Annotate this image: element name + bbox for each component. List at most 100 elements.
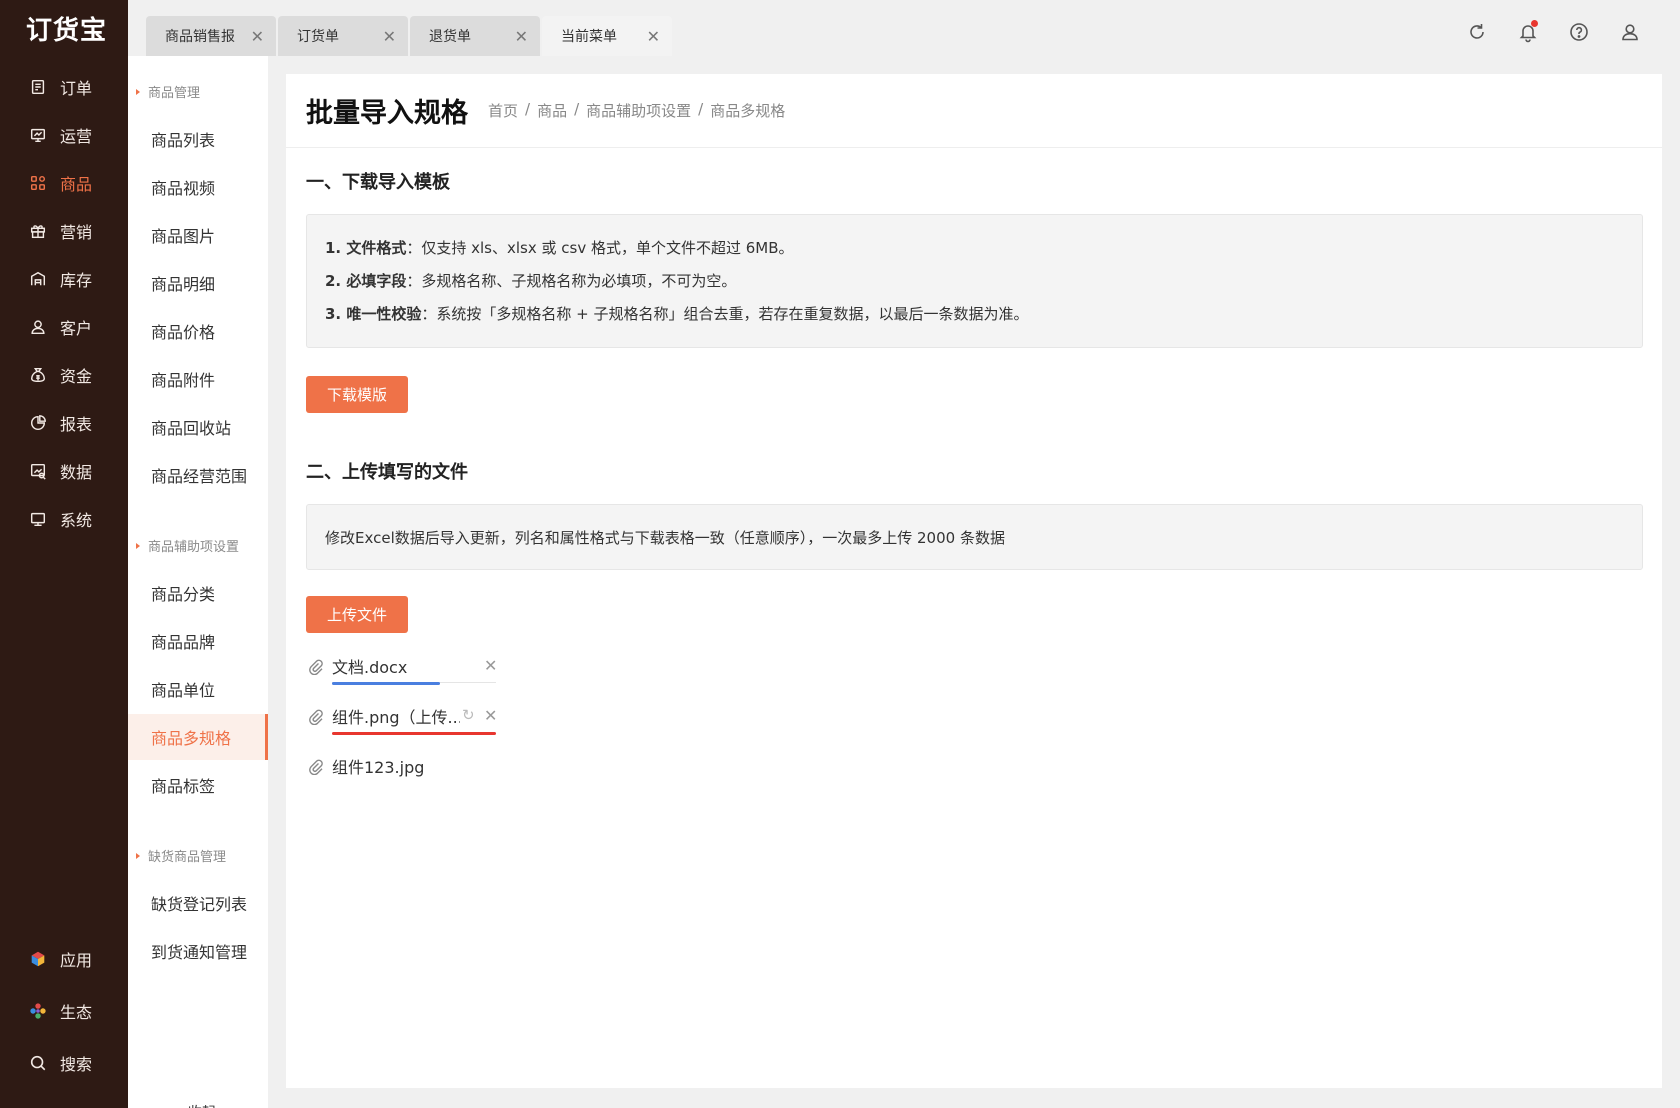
submenu-item-goods-detail[interactable]: 商品明细 [128, 260, 268, 306]
submenu-item-out-of-stock-list[interactable]: 缺货登记列表 [128, 880, 268, 926]
submenu-item-goods-category[interactable]: 商品分类 [128, 570, 268, 616]
submenu-item-goods-brand[interactable]: 商品品牌 [128, 618, 268, 664]
nav-item-goods[interactable]: 商品 [28, 168, 92, 198]
nav-item-reports[interactable]: 报表 [28, 408, 92, 438]
collapse-button[interactable]: ← 收起 [166, 1102, 216, 1108]
tab-purchase-order[interactable]: 订货单 ✕ [278, 16, 408, 56]
submenu-item-goods-images[interactable]: 商品图片 [128, 212, 268, 258]
close-icon[interactable]: ✕ [484, 656, 497, 675]
sub-menu: 商品管理 商品列表 商品视频 商品图片 商品明细 商品价格 商品附件 商品回收站… [128, 56, 268, 1108]
nav-item-operation[interactable]: 运营 [28, 120, 92, 150]
goods-icon [28, 173, 48, 193]
tab-current-menu[interactable]: 当前菜单 ✕ [542, 16, 672, 56]
gift-icon [28, 221, 48, 241]
paperclip-icon [306, 757, 324, 775]
rule-uniqueness: 3. 唯一性校验 ：系统按「多规格名称 + 子规格名称」组合去重，若存在重复数据，… [325, 305, 1029, 323]
close-icon[interactable]: ✕ [251, 27, 264, 46]
nav-item-label: 商品 [60, 175, 93, 194]
collapse-label: 收起 [188, 1102, 216, 1108]
upload-note-box: 修改Excel数据后导入更新，列名和属性格式与下载表格一致（任意顺序），一次最多… [306, 504, 1643, 570]
nav-item-ecosystem[interactable]: 生态 [28, 996, 92, 1026]
page-title: 批量导入规格 [306, 98, 468, 129]
nav-item-apps[interactable]: 应用 [28, 944, 92, 974]
arrow-left-icon: ← [166, 1104, 178, 1108]
help-icon[interactable] [1563, 16, 1595, 48]
user-icon [28, 317, 48, 337]
file-item[interactable]: 组件123.jpg [306, 748, 496, 784]
breadcrumb-home[interactable]: 首页 [488, 100, 518, 121]
rule-required-fields: 2. 必填字段 ：多规格名称、子规格名称为必填项，不可为空。 [325, 272, 737, 290]
section-download-title: 一、下载导入模板 [306, 172, 450, 193]
tab-return-order[interactable]: 退货单 ✕ [410, 16, 540, 56]
file-item[interactable]: 组件.png（上传... ↻ ✕ [306, 698, 497, 735]
loading-icon: ↻ [462, 706, 475, 724]
progress-bar [332, 732, 496, 735]
top-toolbar [1442, 16, 1646, 48]
nav-item-label: 数据 [60, 463, 93, 482]
submenu-item-goods-video[interactable]: 商品视频 [128, 164, 268, 210]
close-icon[interactable]: ✕ [515, 27, 528, 46]
breadcrumb-goods[interactable]: 商品 [537, 100, 567, 121]
app-logo: 订货宝 [26, 16, 108, 46]
file-item[interactable]: 文档.docx ✕ [306, 648, 497, 685]
nav-item-order[interactable]: 订单 [28, 72, 92, 102]
nav-item-system[interactable]: 系统 [28, 504, 92, 534]
nav-item-label: 搜索 [60, 1055, 93, 1074]
nav-item-search[interactable]: 搜索 [28, 1048, 92, 1078]
monitor-icon [28, 509, 48, 529]
rule-file-format: 1. 文件格式 ：仅支持 xls、xlsx 或 csv 格式，单个文件不超过 6M… [325, 239, 794, 257]
submenu-item-goods-list[interactable]: 商品列表 [128, 116, 268, 162]
import-rules-box: 1. 文件格式 ：仅支持 xls、xlsx 或 csv 格式，单个文件不超过 6M… [306, 214, 1643, 348]
nav-item-label: 报表 [60, 415, 93, 434]
nav-item-label: 资金 [60, 367, 93, 386]
close-icon[interactable]: ✕ [383, 27, 396, 46]
nav-item-label: 订单 [60, 79, 93, 98]
data-icon [28, 461, 48, 481]
breadcrumb: 首页 / 商品 / 商品辅助项设置 / 商品多规格 [488, 100, 786, 121]
nav-item-data[interactable]: 数据 [28, 456, 92, 486]
file-name: 组件.png（上传... [332, 708, 460, 727]
paperclip-icon [306, 707, 324, 725]
submenu-item-goods-attachments[interactable]: 商品附件 [128, 356, 268, 402]
submenu-item-goods-tags[interactable]: 商品标签 [128, 762, 268, 808]
page-header: 批量导入规格 首页 / 商品 / 商品辅助项设置 / 商品多规格 [286, 74, 1662, 148]
nav-item-label: 运营 [60, 127, 93, 146]
upload-note: 修改Excel数据后导入更新，列名和属性格式与下载表格一致（任意顺序），一次最多… [325, 528, 1005, 547]
breadcrumb-auxiliary[interactable]: 商品辅助项设置 [586, 100, 691, 121]
download-template-button[interactable]: 下载模版 [306, 376, 408, 413]
main-panel: 批量导入规格 首页 / 商品 / 商品辅助项设置 / 商品多规格 一、下载导入模板 1… [286, 74, 1662, 1088]
flower-icon [28, 1001, 48, 1021]
submenu-item-goods-multi-spec[interactable]: 商品多规格 [128, 714, 268, 760]
nav-item-label: 系统 [60, 511, 93, 530]
paperclip-icon [306, 657, 324, 675]
submenu-item-goods-recycle-bin[interactable]: 商品回收站 [128, 404, 268, 450]
nav-item-label: 客户 [60, 319, 93, 338]
account-icon[interactable] [1614, 16, 1646, 48]
nav-item-inventory[interactable]: 库存 [28, 264, 92, 294]
main-nav: 订货宝 订单 运营 商品 营销 库存 客户 资金 报表 数据 系统 应用 生态 … [0, 0, 128, 1108]
nav-item-label: 应用 [60, 951, 93, 970]
tab-bar: 商品销售报 ✕ 订货单 ✕ 退货单 ✕ 当前菜单 ✕ [146, 16, 674, 56]
submenu-group-goods-management: 商品管理 [136, 82, 200, 101]
refresh-icon[interactable] [1461, 16, 1493, 48]
breadcrumb-current: 商品多规格 [710, 102, 786, 120]
close-icon[interactable]: ✕ [647, 27, 660, 46]
nav-item-funds[interactable]: 资金 [28, 360, 92, 390]
submenu-item-goods-business-scope[interactable]: 商品经营范围 [128, 452, 268, 498]
close-icon[interactable]: ✕ [484, 706, 497, 725]
money-bag-icon [28, 365, 48, 385]
nav-item-marketing[interactable]: 营销 [28, 216, 92, 246]
pie-chart-icon [28, 413, 48, 433]
section-upload-title: 二、上传填写的文件 [306, 462, 468, 483]
submenu-item-goods-unit[interactable]: 商品单位 [128, 666, 268, 712]
tab-sales-report[interactable]: 商品销售报 ✕ [146, 16, 276, 56]
file-name: 文档.docx [332, 658, 408, 677]
submenu-group-out-of-stock: 缺货商品管理 [136, 846, 226, 865]
nav-item-label: 库存 [60, 271, 93, 290]
submenu-item-arrival-notice[interactable]: 到货通知管理 [128, 928, 268, 974]
submenu-item-goods-price[interactable]: 商品价格 [128, 308, 268, 354]
nav-item-label: 生态 [60, 1003, 93, 1022]
nav-item-customer[interactable]: 客户 [28, 312, 92, 342]
upload-file-button[interactable]: 上传文件 [306, 596, 408, 633]
bell-icon[interactable] [1512, 16, 1544, 48]
